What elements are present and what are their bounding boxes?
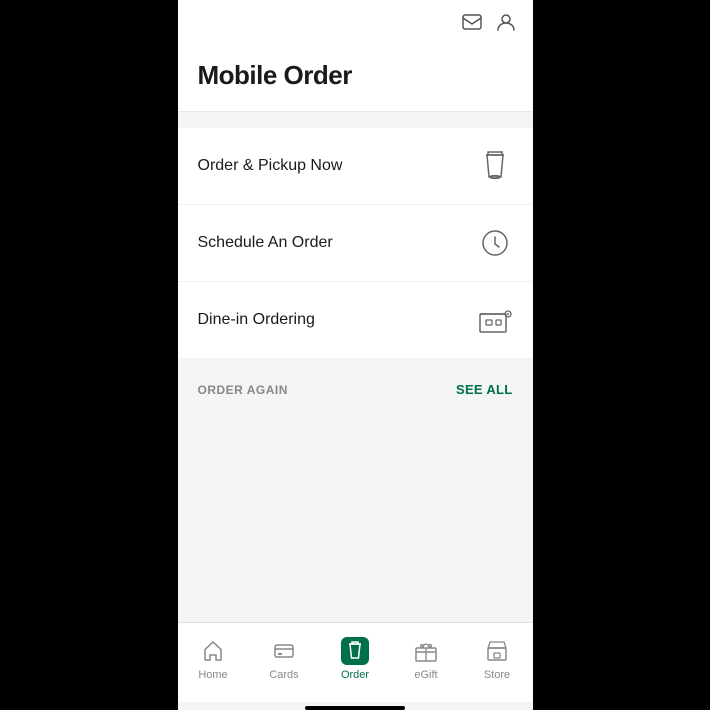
dinein-option[interactable]: Dine-in Ordering — [178, 282, 533, 358]
user-icon[interactable] — [495, 11, 517, 33]
nav-store[interactable]: Store — [462, 623, 533, 702]
status-bar — [178, 0, 533, 44]
clock-icon — [477, 225, 513, 261]
home-indicator — [305, 706, 405, 710]
content-area: Mobile Order Order & Pickup Now S — [178, 44, 533, 622]
store-icon — [477, 302, 513, 338]
page-title: Mobile Order — [198, 60, 513, 91]
schedule-option[interactable]: Schedule An Order — [178, 205, 533, 282]
cards-label: Cards — [269, 669, 298, 681]
cards-icon — [270, 637, 298, 665]
order-icon — [341, 637, 369, 665]
nav-cards[interactable]: Cards — [249, 623, 320, 702]
order-again-header: ORDER AGAIN SEE ALL — [178, 370, 533, 405]
store-label: Store — [484, 669, 510, 681]
dinein-label: Dine-in Ordering — [198, 311, 315, 329]
nav-home[interactable]: Home — [178, 623, 249, 702]
bottom-nav: Home Cards Order — [178, 622, 533, 702]
see-all-button[interactable]: SEE ALL — [456, 382, 513, 397]
order-label: Order — [341, 669, 369, 681]
egift-icon — [412, 637, 440, 665]
cup-icon — [477, 148, 513, 184]
options-list: Order & Pickup Now Schedule An Order — [178, 128, 533, 358]
order-again-content — [178, 405, 533, 505]
home-icon — [199, 637, 227, 665]
mail-icon[interactable] — [461, 11, 483, 33]
store-nav-icon — [483, 637, 511, 665]
pickup-option[interactable]: Order & Pickup Now — [178, 128, 533, 205]
pickup-label: Order & Pickup Now — [198, 157, 343, 175]
order-again-title: ORDER AGAIN — [198, 383, 288, 397]
schedule-label: Schedule An Order — [198, 234, 333, 252]
nav-egift[interactable]: eGift — [391, 623, 462, 702]
phone-frame: Mobile Order Order & Pickup Now S — [178, 0, 533, 710]
home-label: Home — [198, 669, 227, 681]
page-header: Mobile Order — [178, 44, 533, 112]
nav-order[interactable]: Order — [320, 623, 391, 702]
egift-label: eGift — [414, 669, 437, 681]
divider — [178, 112, 533, 116]
